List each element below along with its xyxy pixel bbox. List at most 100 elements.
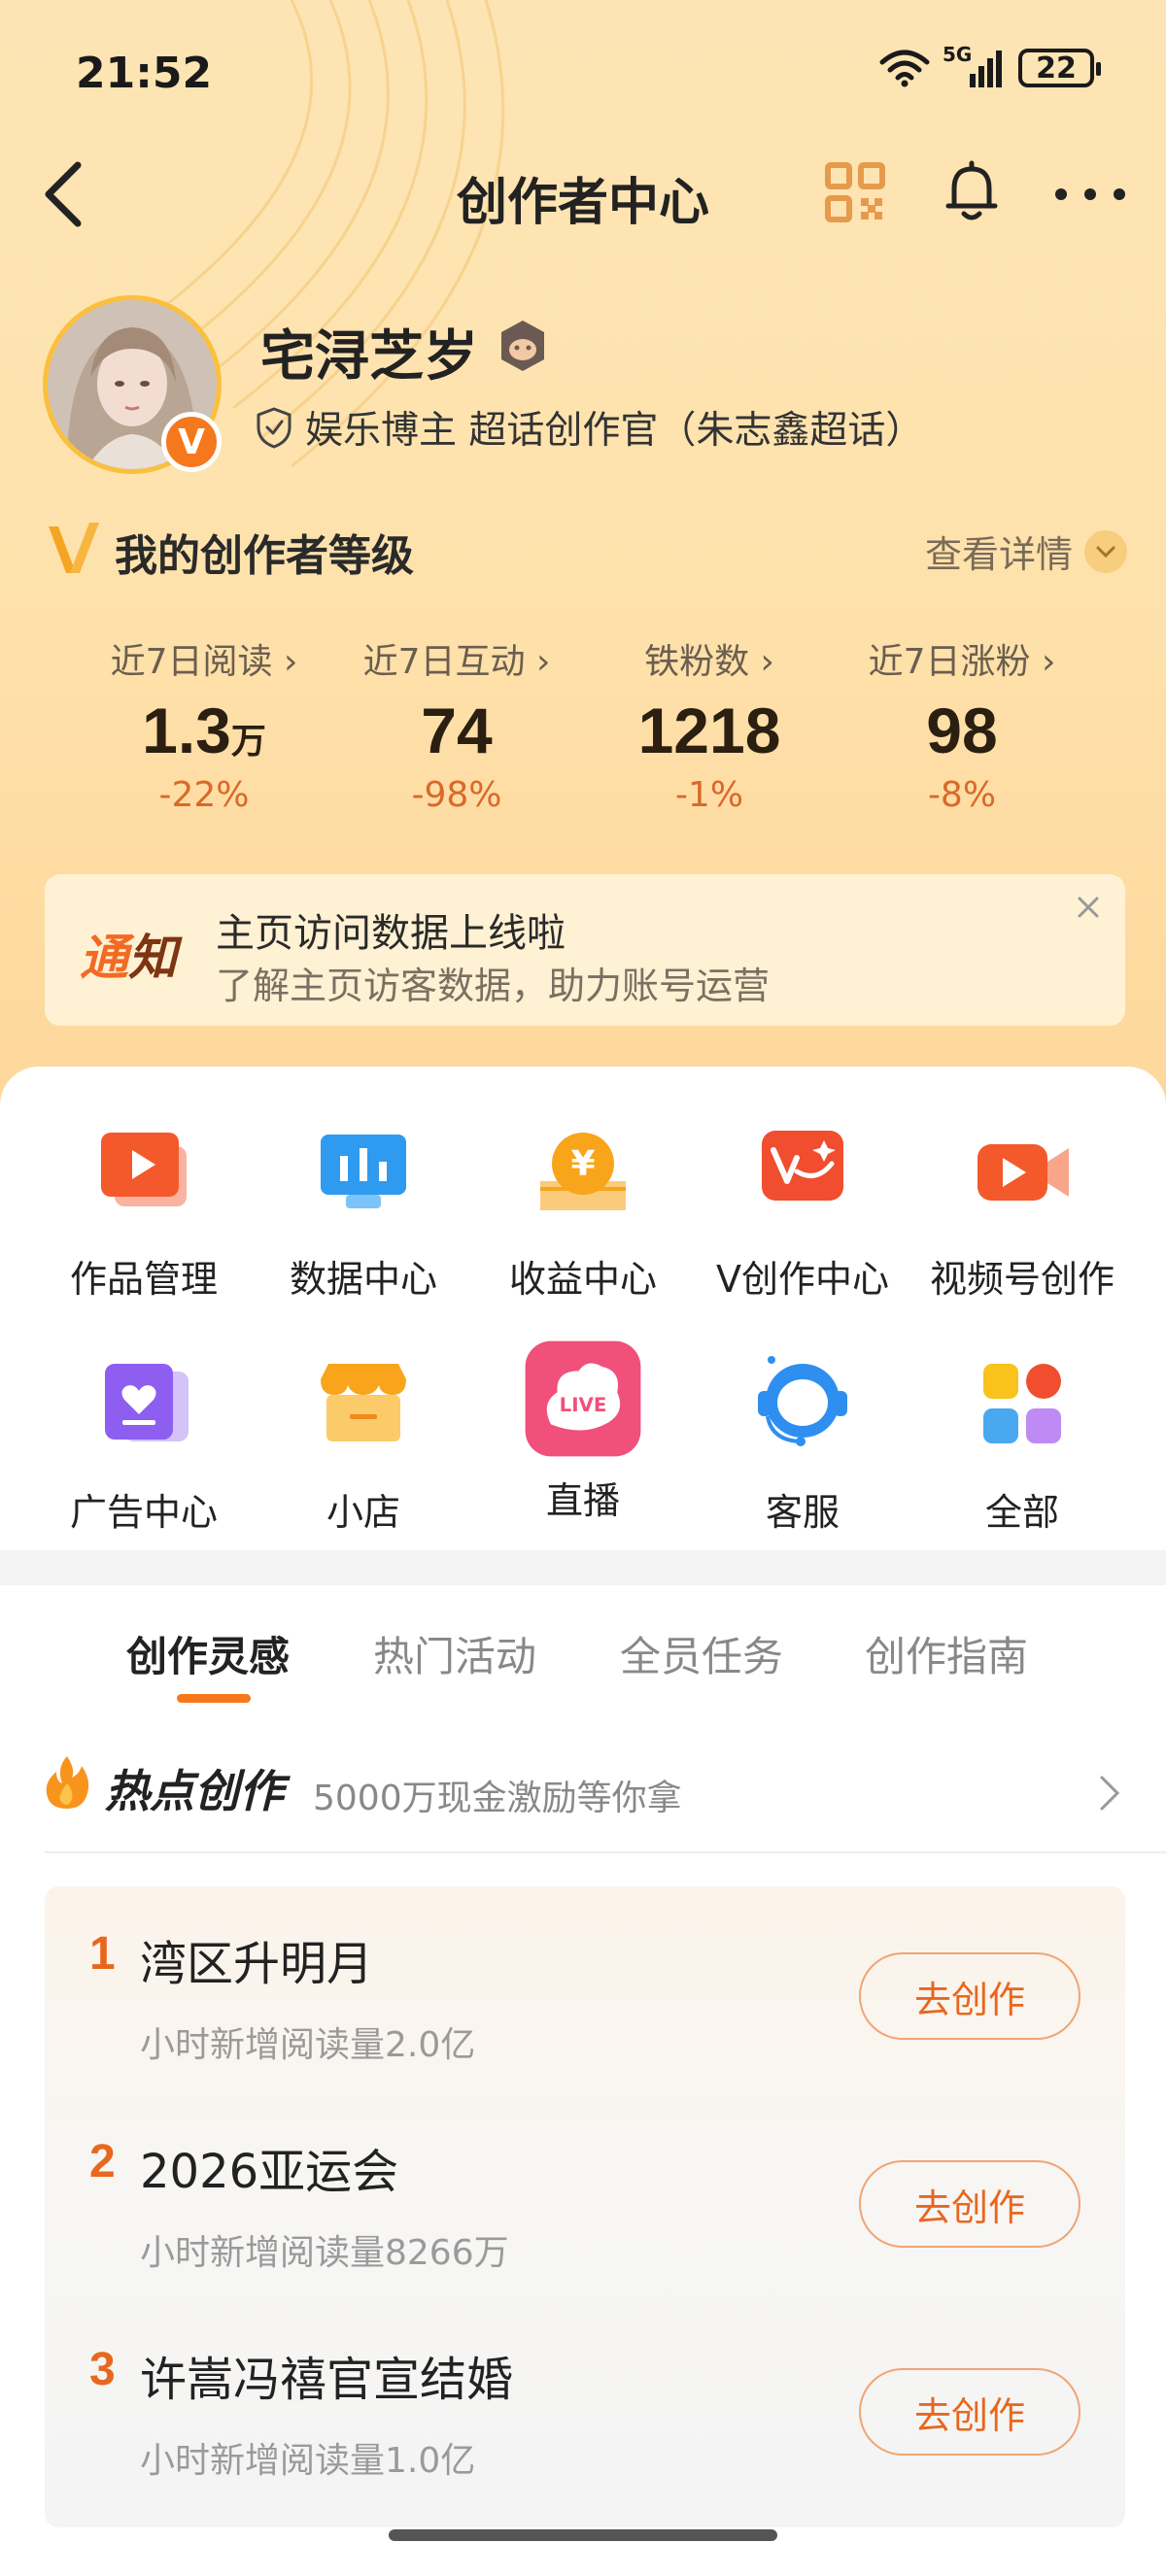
username: 宅浔芝岁	[260, 325, 478, 389]
wifi-icon	[879, 50, 930, 87]
stat-new-fans[interactable]: 近7日涨粉 › 98 -8%	[836, 633, 1088, 815]
stat-label: 近7日阅读 ›	[110, 642, 298, 682]
active-tab-indicator	[177, 1694, 251, 1703]
verified-badge: V	[161, 412, 222, 472]
go-create-button[interactable]: 去创作	[859, 1952, 1080, 2040]
shop-icon	[321, 1364, 406, 1441]
hot-creation-title: 热点创作	[105, 1765, 284, 1817]
notice-tag: 通知	[80, 930, 177, 986]
list-item[interactable]: 2 2026亚运会 小时新增阅读量8266万 去创作	[45, 2094, 1125, 2288]
view-details-label: 查看详情	[924, 533, 1073, 576]
hot-topic-list: 1 湾区升明月 小时新增阅读量2.0亿 去创作 2 2026亚运会 小时新增阅读…	[45, 1886, 1125, 2527]
tool-label: 客服	[765, 1491, 840, 1534]
stat-change: -8%	[927, 775, 997, 815]
v-creation-icon	[762, 1131, 843, 1201]
tool-data-center[interactable]: 数据中心	[247, 1113, 480, 1303]
hot-rank: 2	[89, 2136, 116, 2187]
list-item[interactable]: 3 许嵩冯禧官宣结婚 小时新增阅读量1.0亿 去创作	[45, 2302, 1125, 2496]
tab-creation-guide[interactable]: 创作指南	[865, 1624, 1028, 1683]
stat-value: 1.3万	[142, 695, 266, 766]
hot-topic-name: 许嵩冯禧官宣结婚	[140, 2353, 514, 2407]
list-item[interactable]: 1 湾区升明月 小时新增阅读量2.0亿 去创作	[45, 1886, 1125, 2081]
creator-v-icon	[49, 523, 99, 573]
tool-label: 小店	[326, 1491, 400, 1534]
ad-center-icon	[105, 1364, 189, 1441]
stat-value: 1218	[637, 695, 781, 766]
more-options-icon[interactable]	[1051, 175, 1129, 214]
chevron-down-icon	[1084, 529, 1127, 573]
svg-text:LIVE: LIVE	[560, 1394, 607, 1416]
hot-topic-name: 湾区升明月	[140, 1937, 374, 1991]
chevron-right-icon[interactable]	[1098, 1774, 1121, 1813]
tool-label: 数据中心	[289, 1258, 437, 1301]
fire-icon	[46, 1756, 89, 1809]
view-details-link[interactable]: 查看详情	[925, 525, 1127, 578]
tool-customer-service[interactable]: 客服	[686, 1346, 919, 1536]
hot-rank: 3	[89, 2344, 116, 2395]
stat-value: 74	[421, 695, 493, 766]
stat-label: 近7日涨粉 ›	[868, 642, 1056, 682]
status-time: 21:52	[76, 49, 213, 98]
tool-label: 直播	[545, 1479, 620, 1522]
svg-text:¥: ¥	[570, 1144, 595, 1184]
all-apps-icon	[983, 1364, 1061, 1443]
tool-live[interactable]: LIVE 直播	[466, 1335, 700, 1524]
stat-iron-fans[interactable]: 铁粉数 › 1218 -1%	[583, 633, 836, 815]
tool-works-management[interactable]: 作品管理	[27, 1113, 260, 1303]
stat-reads[interactable]: 近7日阅读 › 1.3万 -22%	[78, 633, 330, 815]
hot-topic-meta: 小时新增阅读量2.0亿	[140, 2025, 476, 2065]
tool-revenue-center[interactable]: ¥ 收益中心	[466, 1113, 700, 1303]
hot-creation-subtitle: 5000万现金激励等你拿	[313, 1779, 682, 1818]
stat-label: 近7日互动 ›	[362, 642, 551, 682]
tool-label: V创作中心	[716, 1258, 889, 1301]
stat-interactions[interactable]: 近7日互动 › 74 -98%	[330, 633, 583, 815]
stat-value: 98	[926, 695, 998, 766]
home-indicator[interactable]	[389, 2529, 777, 2541]
creator-level-title: 我的创作者等级	[115, 531, 414, 581]
battery-icon: 22	[1018, 49, 1101, 87]
user-tag[interactable]: 娱乐博主 超话创作官（朱志鑫超话）	[255, 400, 923, 455]
notice-subtitle: 了解主页访客数据，助力账号运营	[216, 965, 771, 1007]
stat-change: -1%	[674, 775, 744, 815]
notice-banner[interactable]: 通知 主页访问数据上线啦 了解主页访客数据，助力账号运营	[45, 874, 1125, 1026]
divider	[45, 1851, 1166, 1853]
user-tag-text: 娱乐博主 超话创作官（朱志鑫超话）	[305, 409, 924, 453]
close-icon[interactable]	[1069, 888, 1108, 927]
video-creation-icon	[977, 1144, 1069, 1201]
tool-label: 视频号创作	[929, 1258, 1115, 1301]
tab-all-tasks[interactable]: 全员任务	[620, 1624, 783, 1683]
tab-creative-inspiration[interactable]: 创作灵感	[126, 1624, 290, 1683]
notice-title: 主页访问数据上线啦	[216, 911, 566, 956]
go-create-button[interactable]: 去创作	[859, 2160, 1080, 2248]
customer-service-icon	[758, 1356, 847, 1446]
shield-check-icon	[257, 407, 292, 449]
tool-v-creation-center[interactable]: V创作中心	[686, 1113, 919, 1303]
tool-video-creation[interactable]: 视频号创作	[906, 1113, 1139, 1303]
live-icon: LIVE	[525, 1340, 641, 1457]
data-center-icon	[321, 1135, 406, 1208]
tab-hot-events[interactable]: 热门活动	[373, 1624, 536, 1683]
tool-label: 广告中心	[69, 1491, 218, 1534]
battery-level: 22	[1036, 51, 1077, 85]
revenue-center-icon: ¥	[540, 1133, 626, 1210]
tools-grid: 作品管理 数据中心 ¥ 收益中心 V创作中心 视频号创作 广告中心 小店 LIV…	[0, 1067, 1166, 1552]
user-level-badge-icon[interactable]	[496, 319, 550, 373]
go-create-button[interactable]: 去创作	[859, 2368, 1080, 2456]
hot-topic-name: 2026亚运会	[140, 2145, 399, 2199]
tool-all[interactable]: 全部	[906, 1346, 1139, 1536]
tool-label: 作品管理	[69, 1258, 218, 1301]
cellular-signal-icon: 5G	[943, 43, 1007, 89]
stat-label: 铁粉数 ›	[644, 642, 774, 682]
section-separator	[0, 1550, 1166, 1585]
tool-label: 收益中心	[508, 1258, 657, 1301]
tool-shop[interactable]: 小店	[247, 1346, 480, 1536]
stat-change: -98%	[411, 775, 502, 815]
tool-label: 全部	[984, 1491, 1059, 1534]
bell-icon[interactable]	[941, 159, 1003, 223]
hot-rank: 1	[89, 1928, 116, 1980]
tool-ad-center[interactable]: 广告中心	[27, 1346, 260, 1536]
qr-code-icon[interactable]	[824, 161, 886, 223]
content-tabs: 创作灵感 热门活动 全员任务 创作指南	[0, 1624, 1166, 1702]
status-icons: 5G 22	[878, 43, 1101, 89]
works-management-icon	[101, 1133, 187, 1206]
